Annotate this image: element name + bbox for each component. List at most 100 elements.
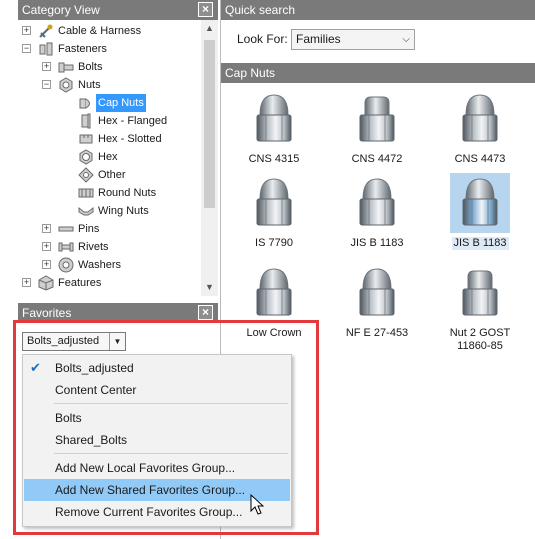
tree-item-wing-nuts[interactable]: Wing Nuts xyxy=(18,202,201,220)
expand-icon[interactable]: + xyxy=(42,224,51,233)
expand-icon[interactable]: + xyxy=(22,278,31,287)
scroll-up-arrow-icon[interactable]: ▲ xyxy=(201,20,218,37)
part-label: Nut 2 GOST 11860-85 xyxy=(449,327,511,352)
menu-item-shared-bolts[interactable]: Shared_Bolts xyxy=(24,429,290,451)
tree-item-label: Bolts xyxy=(78,61,103,73)
fasteners-icon xyxy=(38,41,54,57)
scroll-thumb[interactable] xyxy=(204,40,215,208)
features-icon xyxy=(38,275,54,291)
chevron-down-icon[interactable]: ⌵ xyxy=(402,30,410,49)
collapse-icon[interactable]: − xyxy=(22,44,31,53)
expand-icon[interactable]: + xyxy=(42,242,51,251)
tree-item-round-nuts[interactable]: Round Nuts xyxy=(18,184,201,202)
tree-item-cap-nuts[interactable]: Cap Nuts xyxy=(18,94,201,112)
part-label: CNS 4473 xyxy=(454,153,506,165)
cable-icon xyxy=(38,23,54,39)
part-thumbnail[interactable]: CNS 4315 xyxy=(229,89,319,166)
tree-item-pins[interactable]: + Pins xyxy=(18,220,201,238)
tree-item-label: Wing Nuts xyxy=(98,205,149,217)
quick-search-title: Quick search xyxy=(225,3,296,17)
tree-item-label: Nuts xyxy=(78,79,101,91)
tree-item-label: Washers xyxy=(78,259,121,271)
family-grid-header: Cap Nuts xyxy=(221,63,535,83)
tree-item-label: Other xyxy=(98,169,126,181)
expand-icon[interactable]: + xyxy=(42,260,51,269)
menu-item-label: Add New Local Favorites Group... xyxy=(55,461,236,475)
part-thumbnail[interactable]: JIS B 1183 xyxy=(332,173,422,250)
menu-item-bolts[interactable]: Bolts xyxy=(24,407,290,429)
nut-icon xyxy=(58,77,74,93)
favorites-close-button[interactable]: × xyxy=(198,305,213,320)
category-view-title: Category View xyxy=(22,3,100,17)
look-for-dropdown[interactable]: Families ⌵ xyxy=(291,29,415,50)
menu-separator xyxy=(54,453,288,454)
tree-item-other[interactable]: Other xyxy=(18,166,201,184)
tree-item-rivets[interactable]: + Rivets xyxy=(18,238,201,256)
part-thumbnail[interactable]: JIS B 1183 xyxy=(435,173,525,250)
tree-item-hex-slotted[interactable]: Hex - Slotted xyxy=(18,130,201,148)
expand-icon[interactable]: + xyxy=(42,62,51,71)
menu-item-label: Bolts_adjusted xyxy=(55,361,134,375)
category-view-close-button[interactable]: × xyxy=(198,2,213,17)
family-grid-title: Cap Nuts xyxy=(225,66,276,80)
menu-separator xyxy=(54,403,288,404)
cap-nut-image-icon xyxy=(244,173,304,233)
category-tree: + Cable & Harness − Fasteners + Bolts − Nuts Cap… xyxy=(18,20,218,296)
tree-item-label: Hex - Slotted xyxy=(98,133,162,145)
other-nut-icon xyxy=(78,167,94,183)
tree-item-washers[interactable]: + Washers xyxy=(18,256,201,274)
menu-item-add-new-local-favorites-group[interactable]: Add New Local Favorites Group... xyxy=(24,457,290,479)
tree-item-hex-flanged[interactable]: Hex - Flanged xyxy=(18,112,201,130)
slotted-nut-icon xyxy=(78,131,94,147)
category-view-header: Category View xyxy=(18,0,218,20)
tree-item-features[interactable]: + Features xyxy=(18,274,201,292)
flanged-nut-icon xyxy=(78,113,94,129)
tree-item-label: Hex - Flanged xyxy=(98,115,168,127)
part-label: IS 7790 xyxy=(255,237,293,249)
scroll-down-arrow-icon[interactable]: ▼ xyxy=(201,279,218,296)
tree-item-hex[interactable]: Hex xyxy=(18,148,201,166)
part-thumbnail[interactable]: CNS 4472 xyxy=(332,89,422,166)
menu-item-label: Content Center xyxy=(55,383,137,397)
tree-item-label: Pins xyxy=(78,223,100,235)
part-label: NF E 27-453 xyxy=(345,327,409,339)
tree-item-label: Fasteners xyxy=(58,43,107,55)
collapse-icon[interactable]: − xyxy=(42,80,51,89)
menu-item-label: Bolts xyxy=(55,411,82,425)
quick-search-header: Quick search xyxy=(221,0,535,20)
checkmark-icon: ✔ xyxy=(30,360,41,375)
round-nut-icon xyxy=(78,185,94,201)
cap-nut-image-icon xyxy=(244,263,304,323)
tree-item-nuts[interactable]: − Nuts xyxy=(18,76,201,94)
cap-nut-image-icon xyxy=(347,263,407,323)
part-label: CNS 4315 xyxy=(248,153,300,165)
part-label: JIS B 1183 xyxy=(350,237,404,249)
hex-nut-icon xyxy=(78,149,94,165)
cap-nut-image-icon xyxy=(450,173,510,233)
tree-scrollbar[interactable]: ▲ ▼ xyxy=(201,20,218,296)
tree-item-label: Cap Nuts xyxy=(96,94,146,112)
menu-item-label: Add New Shared Favorites Group... xyxy=(55,483,246,497)
menu-item-content-center[interactable]: Content Center xyxy=(24,379,290,401)
part-thumbnail[interactable]: NF E 27-453 xyxy=(332,263,422,340)
tree-item-bolts[interactable]: + Bolts xyxy=(18,58,201,76)
tree-item-fasteners[interactable]: − Fasteners xyxy=(18,40,201,58)
tree-item-label: Cable & Harness xyxy=(58,25,142,37)
part-thumbnail[interactable]: CNS 4473 xyxy=(435,89,525,166)
part-label: JIS B 1183 xyxy=(451,237,509,250)
tree-item-label: Hex xyxy=(98,151,118,163)
menu-item-bolts-adjusted[interactable]: ✔ Bolts_adjusted xyxy=(24,357,290,379)
part-thumbnail[interactable]: Nut 2 GOST 11860-85 xyxy=(435,263,525,353)
look-for-label: Look For: xyxy=(237,32,288,46)
part-label: CNS 4472 xyxy=(351,153,403,165)
expand-icon[interactable]: + xyxy=(22,26,31,35)
mouse-cursor-icon xyxy=(250,494,265,515)
cap-nut-image-icon xyxy=(244,89,304,149)
favorites-title: Favorites xyxy=(22,306,72,320)
part-thumbnail[interactable]: IS 7790 xyxy=(229,173,319,250)
tree-item-cable-harness[interactable]: + Cable & Harness xyxy=(18,22,201,40)
washer-icon xyxy=(58,257,74,273)
bolt-icon xyxy=(58,59,74,75)
quick-search-body: Look For: Families ⌵ xyxy=(221,20,535,62)
rivet-icon xyxy=(58,239,74,255)
